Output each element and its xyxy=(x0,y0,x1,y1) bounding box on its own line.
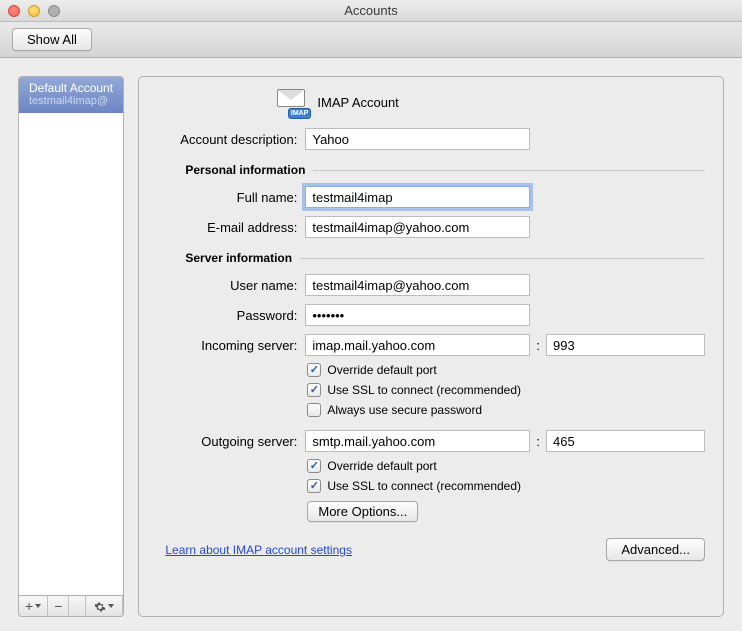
account-actions-button[interactable] xyxy=(86,596,123,616)
outgoing-override-port-label: Override default port xyxy=(327,459,436,473)
account-settings-panel: IMAP IMAP Account Account description: P… xyxy=(138,76,724,617)
incoming-secure-password-label: Always use secure password xyxy=(327,403,482,417)
incoming-server-field[interactable] xyxy=(305,334,530,356)
imap-envelope-icon: IMAP xyxy=(277,89,307,115)
account-item-sub: testmail4imap@ xyxy=(29,95,113,107)
full-name-field[interactable] xyxy=(305,186,530,208)
chevron-down-icon xyxy=(108,604,114,608)
account-item-title: Default Account xyxy=(29,81,113,95)
section-personal-info: Personal information xyxy=(185,163,305,177)
incoming-override-port-checkbox[interactable] xyxy=(307,363,321,377)
advanced-button[interactable]: Advanced... xyxy=(606,538,705,561)
label-password: Password: xyxy=(147,308,297,323)
chevron-down-icon xyxy=(35,604,41,608)
minus-icon: − xyxy=(54,598,62,614)
toolbar: Show All xyxy=(0,22,742,58)
label-outgoing-server: Outgoing server: xyxy=(147,434,297,449)
incoming-use-ssl-label: Use SSL to connect (recommended) xyxy=(327,383,521,397)
learn-imap-link[interactable]: Learn about IMAP account settings xyxy=(165,543,352,557)
incoming-use-ssl-checkbox[interactable] xyxy=(307,383,321,397)
password-field[interactable] xyxy=(305,304,530,326)
plus-icon: + xyxy=(25,598,33,614)
user-name-field[interactable] xyxy=(305,274,530,296)
add-account-button[interactable]: + xyxy=(19,596,48,616)
gear-icon xyxy=(94,600,106,612)
outgoing-use-ssl-label: Use SSL to connect (recommended) xyxy=(327,479,521,493)
label-account-description: Account description: xyxy=(147,132,297,147)
outgoing-use-ssl-checkbox[interactable] xyxy=(307,479,321,493)
section-server-info: Server information xyxy=(185,251,292,265)
incoming-port-field[interactable] xyxy=(546,334,705,356)
incoming-secure-password-checkbox[interactable] xyxy=(307,403,321,417)
label-user-name: User name: xyxy=(147,278,297,293)
label-full-name: Full name: xyxy=(147,190,297,205)
window-title: Accounts xyxy=(0,3,742,18)
label-incoming-server: Incoming server: xyxy=(147,338,297,353)
account-type-label: IMAP Account xyxy=(317,95,398,110)
port-separator: : xyxy=(536,434,540,449)
outgoing-port-field[interactable] xyxy=(546,430,705,452)
footer-spacer xyxy=(69,596,86,616)
show-all-button[interactable]: Show All xyxy=(12,28,92,51)
outgoing-override-port-checkbox[interactable] xyxy=(307,459,321,473)
more-options-button[interactable]: More Options... xyxy=(307,501,418,522)
outgoing-server-field[interactable] xyxy=(305,430,530,452)
accounts-sidebar: Default Account testmail4imap@ + − xyxy=(18,76,124,617)
remove-account-button[interactable]: − xyxy=(48,596,69,616)
account-description-field[interactable] xyxy=(305,128,530,150)
port-separator: : xyxy=(536,338,540,353)
account-item-default[interactable]: Default Account testmail4imap@ xyxy=(19,77,123,113)
label-email: E-mail address: xyxy=(147,220,297,235)
email-field[interactable] xyxy=(305,216,530,238)
incoming-override-port-label: Override default port xyxy=(327,363,436,377)
accounts-list[interactable]: Default Account testmail4imap@ xyxy=(18,76,124,596)
window-titlebar: Accounts xyxy=(0,0,742,22)
sidebar-footer: + − xyxy=(18,595,124,617)
